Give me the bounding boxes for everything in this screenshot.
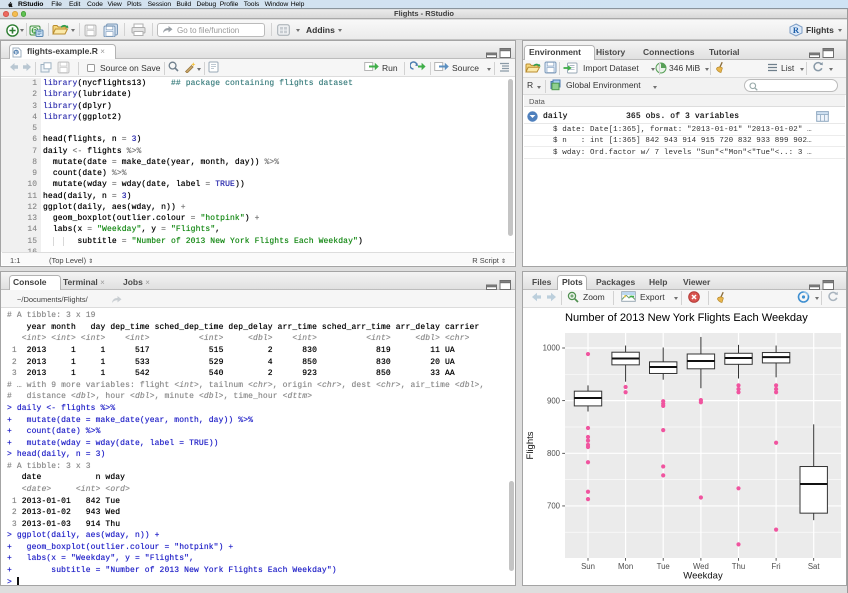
- svg-text:Sat: Sat: [808, 562, 821, 571]
- svg-text:800: 800: [547, 449, 561, 458]
- svg-text:900: 900: [547, 396, 561, 405]
- svg-text:700: 700: [547, 502, 561, 511]
- svg-text:Tue: Tue: [657, 562, 670, 571]
- svg-text:Thu: Thu: [732, 562, 745, 571]
- svg-text:Mon: Mon: [618, 562, 633, 571]
- svg-text:1000: 1000: [543, 344, 561, 353]
- svg-text:Fri: Fri: [772, 562, 781, 571]
- svg-text:R: R: [14, 50, 18, 56]
- svg-text:Flights: Flights: [525, 431, 536, 459]
- svg-text:Sun: Sun: [581, 562, 595, 571]
- svg-text:Number of 2013 New York Flight: Number of 2013 New York Flights Each Wee…: [565, 312, 808, 324]
- svg-text:R: R: [793, 25, 800, 35]
- svg-text:Weekday: Weekday: [683, 571, 723, 582]
